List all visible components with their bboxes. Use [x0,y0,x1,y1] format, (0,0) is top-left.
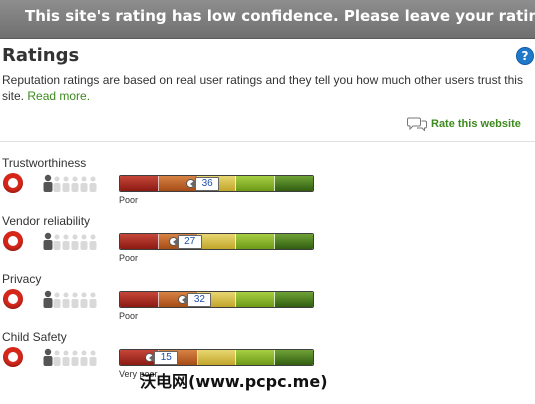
rate-website-label: Rate this website [431,118,521,130]
description: Reputation ratings are based on real use… [2,72,527,104]
rating-scale-bar [119,291,314,308]
read-more-link[interactable]: Read more. [27,89,90,103]
confidence-people-icon [43,290,97,308]
rating-level: Poor [119,195,139,205]
rating-label: Vendor reliability [2,214,91,228]
rating-level: Poor [119,253,139,263]
rating-row-trustworthiness: Trustworthiness 36 Poor [0,156,535,216]
divider [0,141,535,142]
help-icon[interactable]: ? [516,47,534,65]
score-value: 27 [172,235,202,249]
page-title: Ratings [2,45,80,66]
confidence-people-icon [43,232,97,250]
watermark: 沃电网(www.pcpc.me) [140,372,328,391]
brand-ring-icon [3,231,23,251]
rate-website-button[interactable]: Rate this website [407,116,521,132]
low-confidence-banner: This site's rating has low confidence. P… [0,0,535,39]
score-value: 32 [182,293,212,307]
brand-ring-icon [3,173,23,193]
brand-ring-icon [3,347,23,367]
rating-row-privacy: Privacy 32 Poor [0,272,535,332]
score-value: 36 [190,177,220,191]
speech-bubbles-icon [407,117,427,131]
rating-label: Trustworthiness [2,156,87,170]
rating-level: Poor [119,311,139,321]
banner-text: This site's rating has low confidence. P… [25,7,535,25]
confidence-people-icon [43,174,97,192]
rating-scale-bar [119,233,314,250]
rating-row-vendor-reliability: Vendor reliability 27 Poor [0,214,535,274]
brand-ring-icon [3,289,23,309]
rating-label: Privacy [2,272,42,286]
confidence-people-icon [43,348,97,366]
rating-label: Child Safety [2,330,67,344]
score-value: 15 [149,351,179,365]
